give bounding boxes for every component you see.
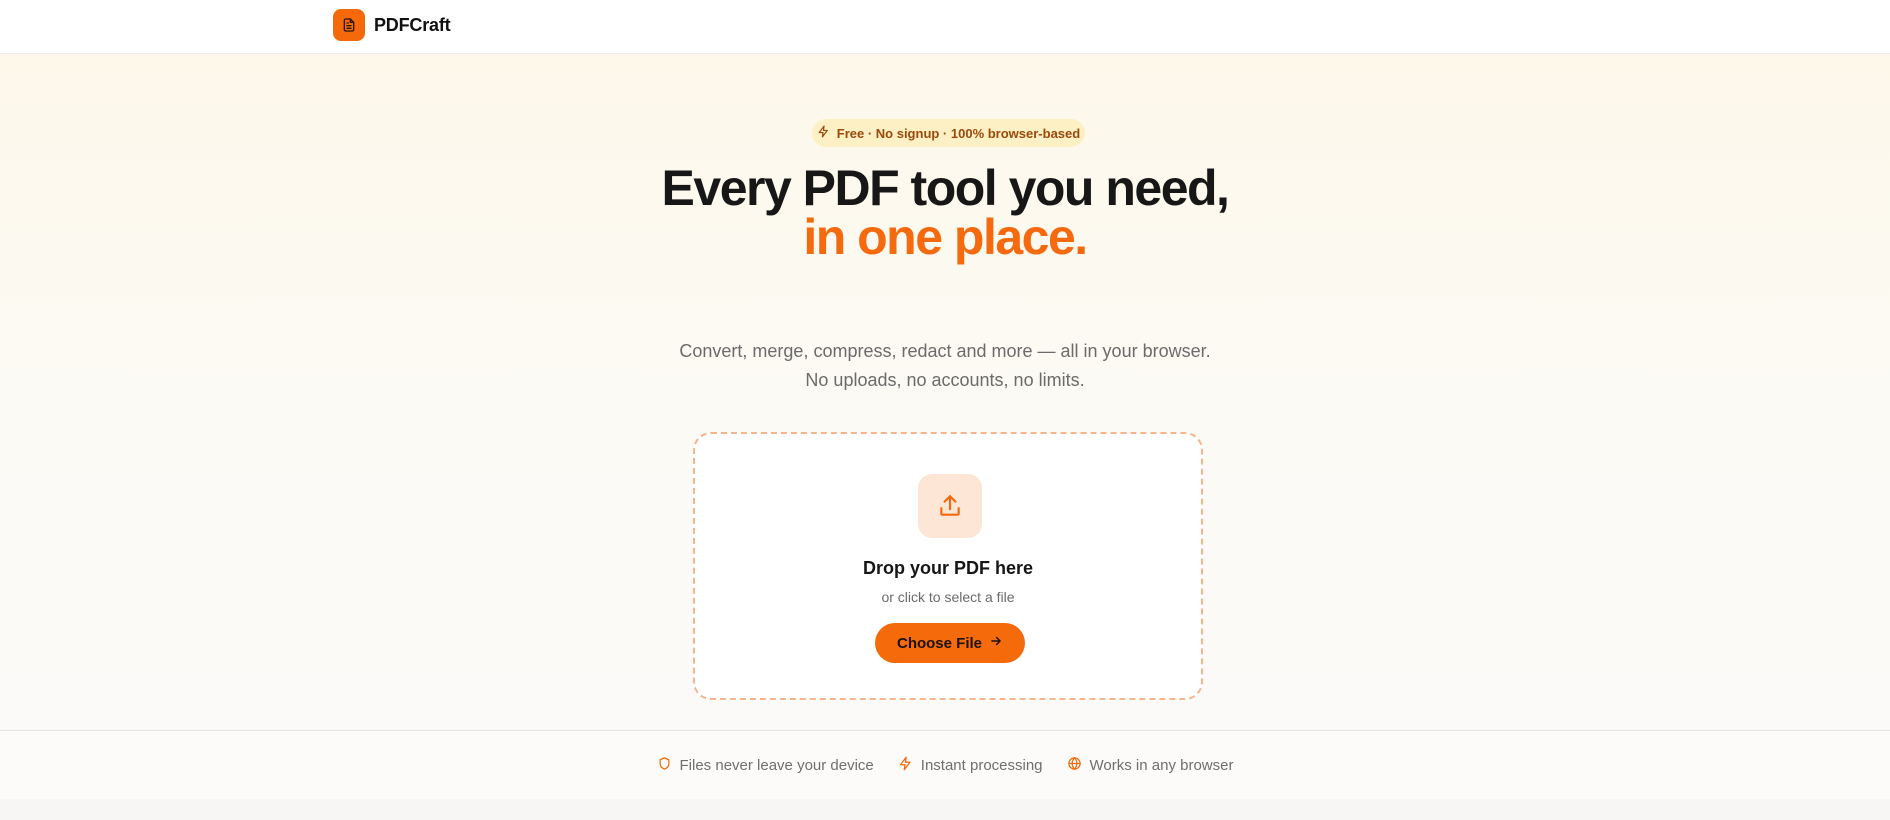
hero-section: Free · No signup · 100% browser-based Ev… — [0, 54, 1890, 730]
lightning-icon — [817, 125, 830, 141]
page-title: Every PDF tool you need, in one place. — [0, 160, 1890, 265]
document-icon — [333, 9, 365, 41]
dropzone-title: Drop your PDF here — [862, 558, 1034, 578]
choose-file-label: Choose File — [896, 634, 982, 652]
hero-subtitle: Convert, merge, compress, redact and mor… — [0, 337, 1890, 395]
feature-badge: Free · No signup · 100% browser-based — [812, 119, 1085, 147]
upload-icon — [918, 474, 982, 538]
globe-icon — [1067, 756, 1082, 775]
subtitle-line-1: Convert, merge, compress, redact and mor… — [679, 341, 1211, 361]
feature-label: Files never leave your device — [679, 756, 874, 774]
shield-icon — [657, 756, 672, 775]
subtitle-line-2: No uploads, no accounts, no limits. — [805, 370, 1085, 390]
brand-name: PDFCraft — [374, 14, 451, 35]
top-nav: PDFCraft — [0, 0, 1890, 54]
headline-line-1: Every PDF tool you need, — [661, 160, 1230, 216]
lightning-icon — [898, 756, 913, 775]
headline-line-2: in one place. — [803, 209, 1088, 265]
choose-file-button[interactable]: Choose File — [875, 623, 1025, 663]
feature-label: Works in any browser — [1089, 756, 1234, 774]
dropzone-subtitle: or click to select a file — [881, 589, 1015, 605]
next-section-edge — [0, 799, 1890, 820]
brand-logo-link[interactable]: PDFCraft — [333, 9, 451, 41]
feature-item: Files never leave your device — [657, 756, 874, 775]
badge-text: Free · No signup · 100% browser-based — [836, 125, 1081, 141]
feature-item: Works in any browser — [1067, 756, 1234, 775]
feature-item: Instant processing — [898, 756, 1043, 775]
pdf-dropzone[interactable]: Drop your PDF here or click to select a … — [693, 432, 1203, 700]
arrow-right-icon — [989, 634, 1003, 652]
features-bar: Files never leave your device Instant pr… — [0, 730, 1890, 800]
feature-label: Instant processing — [920, 756, 1043, 774]
